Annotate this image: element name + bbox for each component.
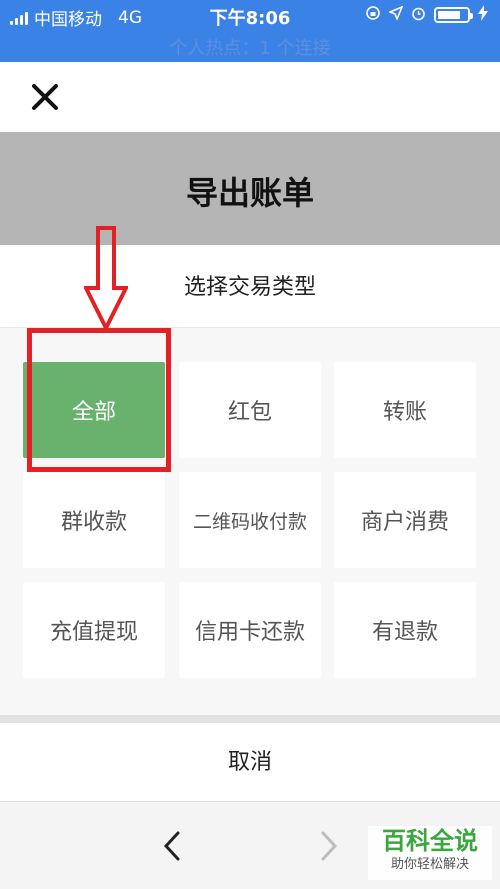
watermark-main: 百科全说 bbox=[382, 827, 478, 855]
chevron-left-icon bbox=[163, 831, 180, 861]
annotation-arrow-icon bbox=[84, 226, 128, 332]
option-merchant[interactable]: 商户消费 bbox=[334, 472, 476, 568]
close-button[interactable] bbox=[28, 80, 62, 114]
back-button[interactable] bbox=[160, 830, 186, 862]
cancel-button[interactable]: 取消 bbox=[0, 723, 500, 801]
sheet-subtitle: 选择交易类型 bbox=[0, 245, 500, 328]
page-title: 导出账单 bbox=[185, 174, 314, 212]
close-icon bbox=[32, 84, 58, 110]
nav-bar bbox=[0, 62, 500, 132]
annotation-highlight bbox=[27, 328, 171, 472]
status-right bbox=[365, 5, 488, 25]
option-red-packet[interactable]: 红包 bbox=[179, 362, 321, 458]
sheet-divider bbox=[0, 715, 500, 723]
charging-icon bbox=[478, 5, 488, 25]
transaction-type-sheet: 选择交易类型 全部 红包 转账 群收款 二维码收付款 商户消费 充值提现 信用卡… bbox=[0, 245, 500, 715]
title-bar: 导出账单 bbox=[0, 132, 500, 245]
chevron-right-icon bbox=[321, 831, 338, 861]
option-transfer[interactable]: 转账 bbox=[334, 362, 476, 458]
rotation-lock-icon bbox=[365, 5, 381, 25]
option-topup-withdraw[interactable]: 充值提现 bbox=[23, 582, 165, 678]
alarm-icon bbox=[411, 6, 426, 25]
battery-icon bbox=[434, 7, 473, 23]
option-qr-payment[interactable]: 二维码收付款 bbox=[179, 472, 321, 568]
option-credit-card[interactable]: 信用卡还款 bbox=[179, 582, 321, 678]
watermark-sub: 助你轻松解决 bbox=[390, 857, 469, 872]
status-bar: 中国移动 4G 下午8:06 个人热点：1 个连接 bbox=[0, 0, 500, 62]
option-group-collection[interactable]: 群收款 bbox=[23, 472, 165, 568]
location-icon bbox=[387, 5, 404, 24]
option-refund[interactable]: 有退款 bbox=[334, 582, 476, 678]
forward-button[interactable] bbox=[315, 830, 341, 862]
watermark-logo: 百科全说 助你轻松解决 bbox=[368, 826, 492, 880]
hotspot-banner[interactable]: 个人热点：1 个连接 bbox=[0, 34, 500, 60]
